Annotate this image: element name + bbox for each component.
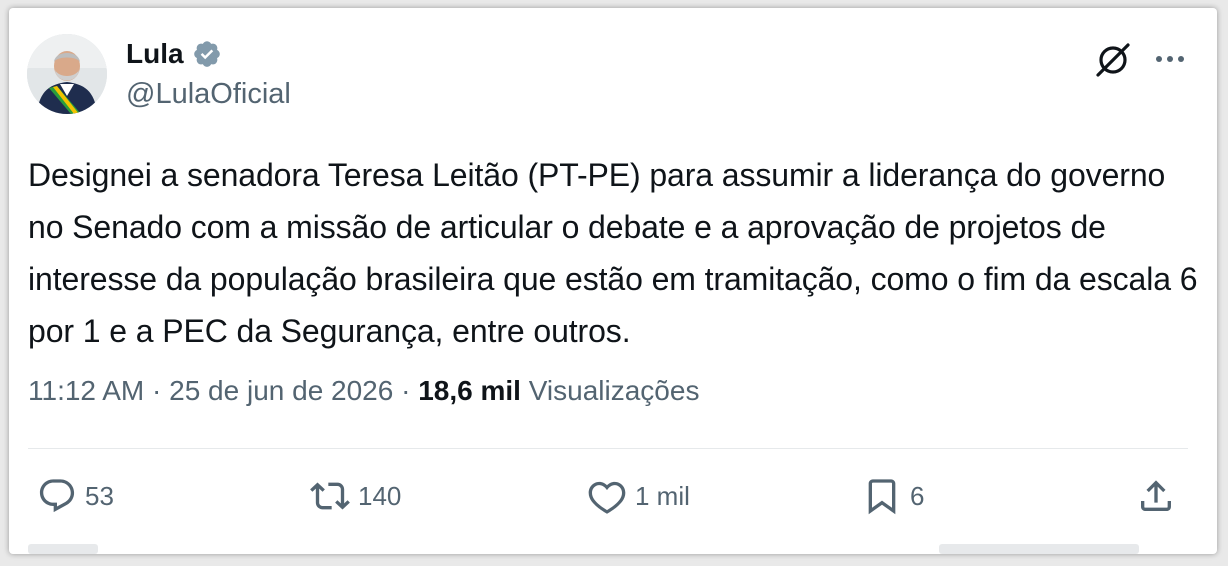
retweet-icon: [310, 482, 350, 510]
author-name-row[interactable]: Lula: [126, 38, 222, 70]
tweet-meta: 11:12 AM · 25 de jun de 2026 · 18,6 mil …: [28, 375, 699, 407]
like-icon: [588, 481, 626, 514]
retweet-count: 140: [358, 480, 402, 511]
bookmark-count: 6: [910, 480, 925, 511]
meta-separator: ·: [393, 375, 419, 406]
truncated-content: [939, 544, 1139, 554]
views-label: Visualizações: [520, 375, 700, 406]
verified-badge-icon: [192, 39, 222, 69]
reply-button[interactable]: 53: [37, 474, 114, 518]
divider: [28, 448, 1188, 449]
like-button[interactable]: 1 mil: [587, 474, 690, 518]
bookmark-icon: [868, 479, 896, 515]
views-count: 18,6 mil: [418, 375, 521, 406]
reply-icon: [39, 479, 75, 513]
tweet-card: Lula @LulaOficial Designei a senadora Te…: [9, 8, 1217, 554]
tweet-text: Designei a senadora Teresa Leitão (PT-PE…: [28, 157, 1198, 349]
author-handle[interactable]: @LulaOficial: [126, 78, 291, 111]
tweet-date[interactable]: 25 de jun de 2026: [169, 375, 393, 406]
share-icon: [1141, 480, 1171, 511]
author-name[interactable]: Lula: [126, 38, 184, 70]
reply-count: 53: [85, 480, 114, 511]
meta-separator: ·: [144, 375, 170, 406]
share-button[interactable]: [1136, 474, 1176, 518]
avatar[interactable]: [27, 34, 107, 114]
like-count: 1 mil: [635, 480, 690, 511]
truncated-content: [28, 544, 98, 554]
more-icon[interactable]: [1149, 38, 1191, 80]
retweet-button[interactable]: 140: [310, 474, 401, 518]
grok-icon[interactable]: [1092, 38, 1134, 80]
tweet-time[interactable]: 11:12 AM: [28, 375, 144, 406]
bookmark-button[interactable]: 6: [862, 474, 924, 518]
